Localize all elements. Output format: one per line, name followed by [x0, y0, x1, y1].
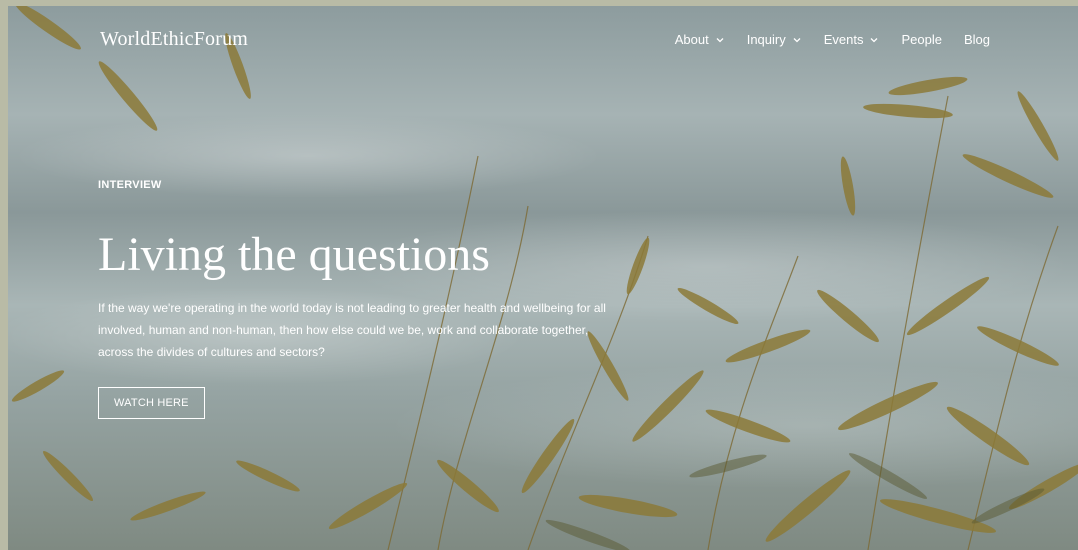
hero-title: Living the questions: [98, 228, 490, 281]
chevron-down-icon: [716, 37, 724, 42]
nav-label: Inquiry: [746, 32, 786, 47]
nav-item-events[interactable]: Events: [824, 32, 880, 47]
nav-item-inquiry[interactable]: Inquiry: [747, 32, 802, 47]
nav-item-blog[interactable]: Blog: [964, 32, 990, 47]
hero-description: If the way we're operating in the world …: [98, 301, 606, 359]
nav-label: About: [674, 32, 709, 47]
hero-eyebrow: INTERVIEW: [98, 179, 162, 191]
main-menu: About Inquiry Events People Blog: [675, 32, 990, 47]
site-logo[interactable]: WorldEthicForum: [100, 28, 248, 51]
top-navigation: WorldEthicForum About Inquiry Events Peo…: [8, 6, 1078, 76]
nav-label: People: [901, 32, 942, 47]
hero-content: INTERVIEW Living the questions If the wa…: [98, 179, 618, 419]
nav-label: Blog: [963, 32, 990, 47]
nav-label: Events: [823, 32, 864, 47]
hero-background: WorldEthicForum About Inquiry Events Peo…: [8, 6, 1078, 550]
nav-item-about[interactable]: About: [675, 32, 725, 47]
chevron-down-icon: [871, 37, 878, 42]
watch-here-button[interactable]: WATCH HERE: [98, 387, 205, 419]
chevron-down-icon: [793, 37, 801, 42]
nav-item-people[interactable]: People: [901, 32, 941, 47]
